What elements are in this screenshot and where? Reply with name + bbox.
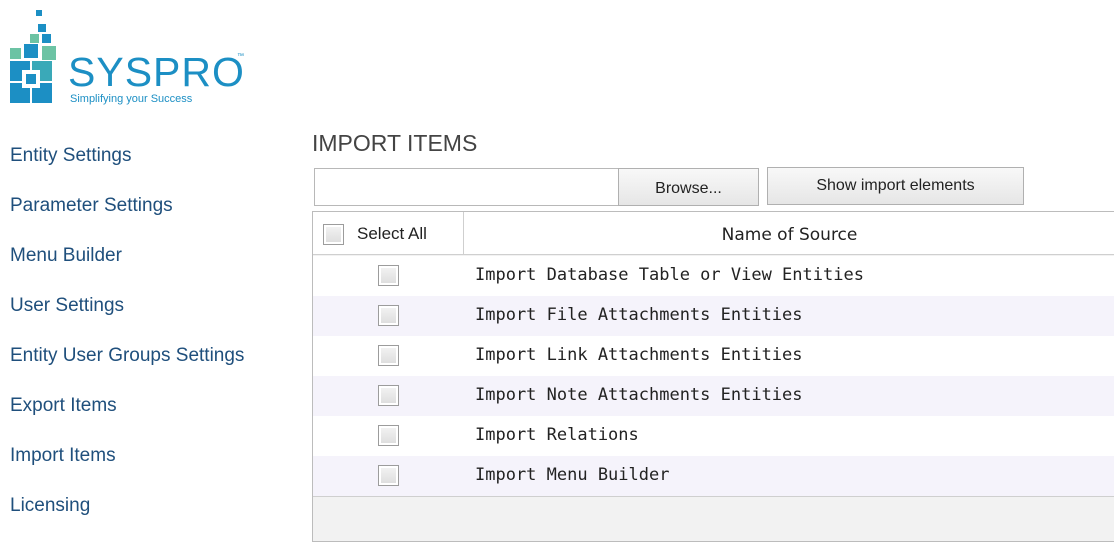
logo-trademark: ™ [237, 53, 244, 60]
syspro-logo-mark-icon [10, 10, 56, 103]
page-title: IMPORT ITEMS [312, 130, 478, 156]
logo-wordmark: SYSPRO [68, 49, 245, 95]
syspro-logo: SYSPRO ™ Simplifying your Success [10, 8, 260, 108]
row-source-name: Import Relations [475, 425, 639, 445]
import-sources-grid: Select All Name of Source Import Databas… [312, 211, 1114, 542]
row-source-name: Import Link Attachments Entities [475, 345, 803, 365]
sidebar-item-import-items[interactable]: Import Items [10, 434, 290, 484]
row-source-name: Import Database Table or View Entities [475, 265, 864, 285]
grid-header: Select All Name of Source [313, 212, 1114, 255]
table-row: Import File Attachments Entities [313, 296, 1114, 336]
row-source-name: Import Menu Builder [475, 465, 670, 485]
sidebar-item-user-settings[interactable]: User Settings [10, 284, 290, 334]
select-all-header: Select All [313, 212, 464, 255]
file-path-input[interactable] [314, 168, 619, 206]
select-all-checkbox[interactable] [323, 224, 344, 245]
sidebar-item-parameter-settings[interactable]: Parameter Settings [10, 184, 290, 234]
row-checkbox[interactable] [378, 425, 399, 446]
logo-tagline: Simplifying your Success [70, 93, 193, 105]
row-checkbox[interactable] [378, 265, 399, 286]
sidebar-nav: Entity Settings Parameter Settings Menu … [10, 134, 290, 534]
table-row: Import Relations [313, 416, 1114, 456]
table-row: Import Link Attachments Entities [313, 336, 1114, 376]
row-checkbox[interactable] [378, 385, 399, 406]
browse-button[interactable]: Browse... [618, 168, 759, 206]
row-source-name: Import File Attachments Entities [475, 305, 803, 325]
sidebar-item-export-items[interactable]: Export Items [10, 384, 290, 434]
grid-rows-divider [313, 496, 1114, 497]
sidebar-item-entity-settings[interactable]: Entity Settings [10, 134, 290, 184]
sidebar-item-menu-builder[interactable]: Menu Builder [10, 234, 290, 284]
grid-rows: Import Database Table or View Entities I… [313, 256, 1114, 496]
show-import-elements-button[interactable]: Show import elements [767, 167, 1024, 205]
table-row: Import Note Attachments Entities [313, 376, 1114, 416]
row-checkbox[interactable] [378, 305, 399, 326]
table-row: Import Menu Builder [313, 456, 1114, 496]
page: SYSPRO ™ Simplifying your Success Entity… [0, 0, 1114, 543]
row-checkbox[interactable] [378, 465, 399, 486]
row-source-name: Import Note Attachments Entities [475, 385, 803, 405]
sidebar-item-entity-user-groups-settings[interactable]: Entity User Groups Settings [10, 334, 290, 384]
row-checkbox[interactable] [378, 345, 399, 366]
select-all-label: Select All [357, 224, 427, 243]
table-row: Import Database Table or View Entities [313, 256, 1114, 296]
sidebar-item-licensing[interactable]: Licensing [10, 484, 290, 534]
name-of-source-column-header[interactable]: Name of Source [465, 212, 1114, 255]
